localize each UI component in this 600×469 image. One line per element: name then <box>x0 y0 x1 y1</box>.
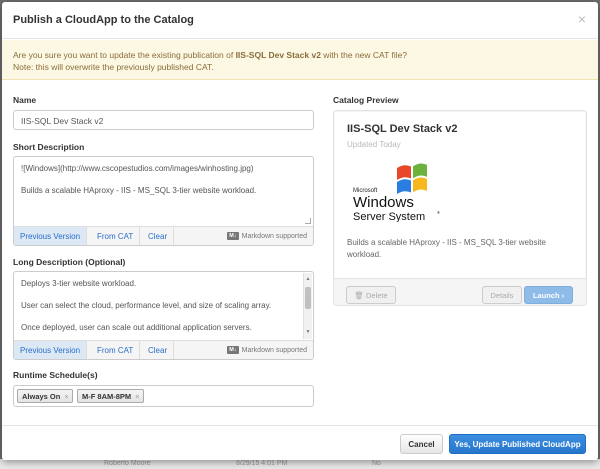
remove-tag-icon[interactable]: × <box>64 392 68 401</box>
warning-line-1: Are you sure you want to update the exis… <box>13 50 408 60</box>
trash-icon: 🗑 <box>354 291 364 300</box>
markdown-note: M↓ Markdown supported <box>227 346 307 354</box>
long-description-editor: Deploys 3-tier website workload. User ca… <box>13 271 314 360</box>
catalog-preview-label: Catalog Preview <box>333 95 399 105</box>
long-description-line: Once deployed, user can scale out additi… <box>21 323 252 332</box>
scroll-thumb[interactable] <box>305 287 311 309</box>
preview-delete-button[interactable]: 🗑 Delete <box>346 286 396 304</box>
logo-windows-text: Windows <box>353 194 414 211</box>
schedule-tag: M-F 8AM-8PM × <box>76 389 144 403</box>
modal-footer: Cancel Yes, Update Published CloudApp <box>2 425 598 460</box>
short-description-toolbar: Previous Version From CAT Clear M↓ Markdo… <box>14 226 313 245</box>
long-description-toolbar: Previous Version From CAT Clear M↓ Markdo… <box>14 340 313 359</box>
scroll-up-icon[interactable]: ▲ <box>305 274 311 285</box>
long-description-textarea[interactable]: Deploys 3-tier website workload. User ca… <box>14 272 313 340</box>
short-description-line: ![Windows](http://www.cscopestudios.com/… <box>21 164 254 173</box>
short-from-cat-button[interactable]: From CAT <box>91 227 141 245</box>
preview-description: Builds a scalable HAproxy - IIS - MS_SQL… <box>347 238 546 259</box>
resize-handle-icon[interactable] <box>305 218 311 224</box>
name-label: Name <box>13 95 37 105</box>
overwrite-warning: Are you sure you want to update the exis… <box>2 40 598 80</box>
runtime-schedule-input[interactable]: Always On × M-F 8AM-8PM × <box>13 385 314 407</box>
long-previous-version-button[interactable]: Previous Version <box>14 341 88 359</box>
preview-launch-button[interactable]: Launch › <box>524 286 573 304</box>
long-description-label: Long Description (Optional) <box>13 257 126 267</box>
preview-details-button[interactable]: Details <box>482 286 522 304</box>
short-description-label: Short Description <box>13 142 85 152</box>
short-description-editor: ![Windows](http://www.cscopestudios.com/… <box>13 156 314 246</box>
preview-card-body: IIS-SQL Dev Stack v2 Updated Today Micro… <box>335 112 585 278</box>
long-from-cat-button[interactable]: From CAT <box>91 341 141 359</box>
warning-app-name: IIS-SQL Dev Stack v2 <box>235 50 321 60</box>
markdown-icon: M↓ <box>227 232 239 240</box>
preview-card-footer: 🗑 Delete Details Launch › <box>334 278 586 306</box>
name-input[interactable]: IIS-SQL Dev Stack v2 <box>13 110 314 130</box>
preview-updated: Updated Today <box>347 140 401 149</box>
background-cell-flag: No <box>372 460 381 467</box>
long-description-line: User can select the cloud, performance l… <box>21 301 272 310</box>
long-clear-button[interactable]: Clear <box>142 341 175 359</box>
catalog-preview-card: IIS-SQL Dev Stack v2 Updated Today Micro… <box>333 110 587 306</box>
modal-title: Publish a CloudApp to the Catalog <box>13 14 194 26</box>
publish-modal: Publish a CloudApp to the Catalog × Are … <box>2 2 598 460</box>
markdown-icon: M↓ <box>227 346 239 354</box>
short-previous-version-button[interactable]: Previous Version <box>14 227 88 245</box>
close-icon[interactable]: × <box>578 11 586 27</box>
preview-title: IIS-SQL Dev Stack v2 <box>347 123 458 135</box>
windows-server-logo-icon: Microsoft Windows Server System ® <box>353 163 440 222</box>
background-cell-owner: Roberto Moore <box>104 460 151 467</box>
modal-header: Publish a CloudApp to the Catalog × <box>2 2 598 39</box>
logo-registered-mark: ® <box>437 210 440 215</box>
scroll-down-icon[interactable]: ▼ <box>305 327 311 338</box>
short-clear-button[interactable]: Clear <box>142 227 175 245</box>
long-description-scrollbar[interactable]: ▲ ▼ <box>303 273 312 339</box>
cancel-button[interactable]: Cancel <box>400 434 443 454</box>
markdown-note: M↓ Markdown supported <box>227 232 307 240</box>
remove-tag-icon[interactable]: × <box>135 392 139 401</box>
warning-line-2: Note: this will overwrite the previously… <box>13 62 214 72</box>
schedule-tag: Always On × <box>17 389 73 403</box>
short-description-textarea[interactable]: ![Windows](http://www.cscopestudios.com/… <box>14 157 313 226</box>
confirm-update-button[interactable]: Yes, Update Published CloudApp <box>449 434 586 454</box>
background-table-row: Roberto Moore 8/29/15 4:01 PM No <box>0 459 600 469</box>
background-cell-date: 8/29/15 4:01 PM <box>236 460 288 467</box>
runtime-schedule-label: Runtime Schedule(s) <box>13 370 98 380</box>
long-description-line: Deploys 3-tier website workload. <box>21 279 137 288</box>
short-description-line: Builds a scalable HAproxy - IIS - MS_SQL… <box>21 186 257 195</box>
logo-server-system-text: Server System <box>353 211 425 222</box>
